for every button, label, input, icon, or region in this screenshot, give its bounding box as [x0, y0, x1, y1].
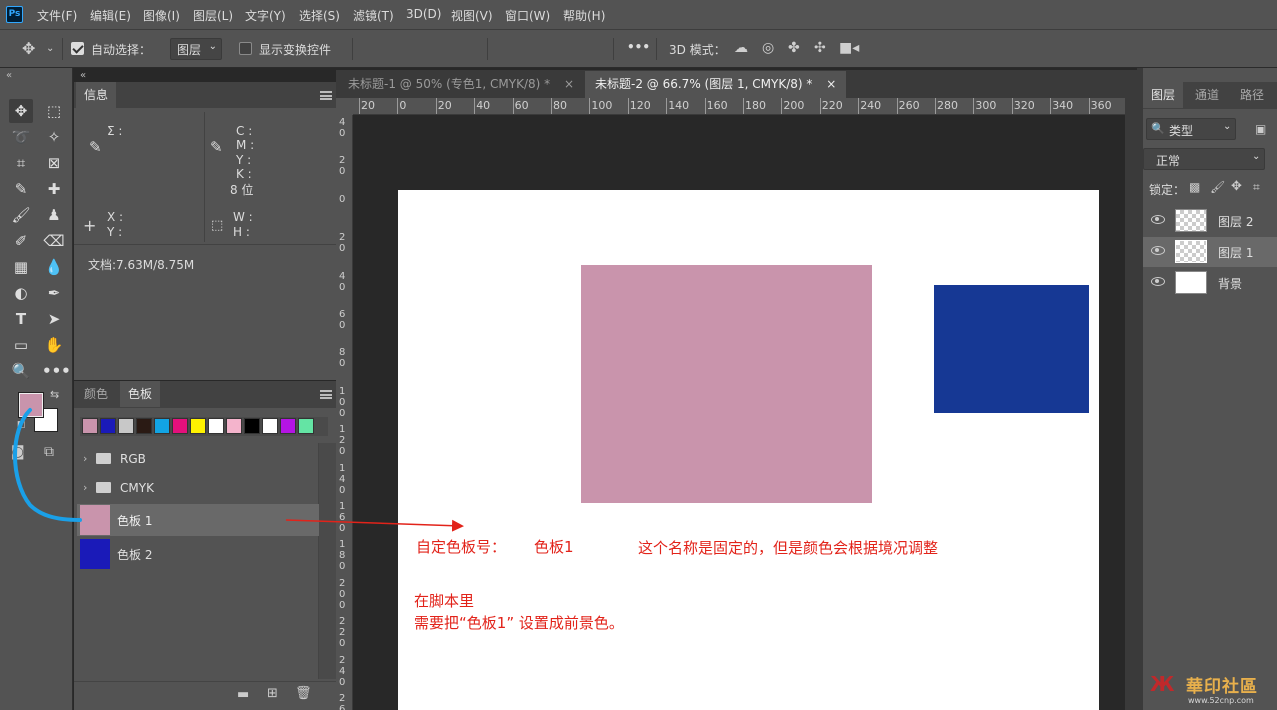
chevron-down-icon: ⌄	[1223, 121, 1232, 132]
layer-name: 背景	[1218, 277, 1243, 291]
layer-row-2[interactable]: 图层 2	[1143, 206, 1277, 236]
blue-curve-arrow	[13, 408, 82, 522]
tab-layers[interactable]: 图层	[1143, 82, 1184, 108]
layer-name: 图层 1	[1218, 246, 1254, 260]
visibility-eye-icon[interactable]	[1151, 246, 1165, 255]
layer-row-background[interactable]: 背景	[1143, 268, 1277, 298]
layers-tab-strip: 图层 通道 路径	[1143, 82, 1277, 109]
watermark-logo-icon: Ж	[1150, 672, 1175, 696]
lock-pixels-brush-icon[interactable]: 🖌	[1210, 180, 1225, 194]
tab-channels[interactable]: 通道	[1187, 82, 1227, 108]
layer-filter-value: 类型	[1169, 124, 1194, 138]
red-arrow	[285, 519, 464, 532]
lock-label: 锁定：	[1149, 183, 1186, 197]
lock-artboard-icon[interactable]: ⌗	[1253, 180, 1260, 195]
search-icon: 🔍	[1151, 122, 1165, 135]
layer-row-1[interactable]: 图层 1	[1143, 237, 1277, 267]
watermark-text: 華印社區	[1186, 677, 1258, 697]
layer-thumbnail	[1175, 271, 1207, 294]
photoshop-window: Ps 文件(F) 编辑(E) 图像(I) 图层(L) 文字(Y) 选择(S) 滤…	[0, 0, 1277, 710]
visibility-eye-icon[interactable]	[1151, 277, 1165, 286]
filter-image-icon[interactable]: ▣	[1255, 122, 1266, 136]
layer-name: 图层 2	[1218, 215, 1254, 229]
blend-mode-dropdown[interactable]: 正常 ⌄	[1143, 148, 1265, 170]
chevron-down-icon: ⌄	[1252, 151, 1261, 162]
watermark: Ж 華印社區 www.52cnp.com	[1150, 672, 1275, 708]
lock-position-icon[interactable]: ✥	[1231, 179, 1242, 194]
layer-thumbnail	[1175, 209, 1207, 232]
watermark-url: www.52cnp.com	[1188, 696, 1254, 705]
layer-thumbnail	[1175, 240, 1207, 263]
visibility-eye-icon[interactable]	[1151, 215, 1165, 224]
blend-mode-value: 正常	[1156, 154, 1181, 168]
lock-transparent-icon[interactable]: ▩	[1189, 180, 1200, 194]
layer-filter-dropdown[interactable]: 🔍 类型 ⌄	[1146, 118, 1236, 140]
layers-panel: 图层 通道 路径 🔍 类型 ⌄ ▣ 正常 ⌄ 锁定： ▩ 🖌 ✥ ⌗	[1143, 68, 1277, 710]
annotation-arrows	[13, 408, 464, 532]
tab-paths[interactable]: 路径	[1232, 82, 1272, 108]
